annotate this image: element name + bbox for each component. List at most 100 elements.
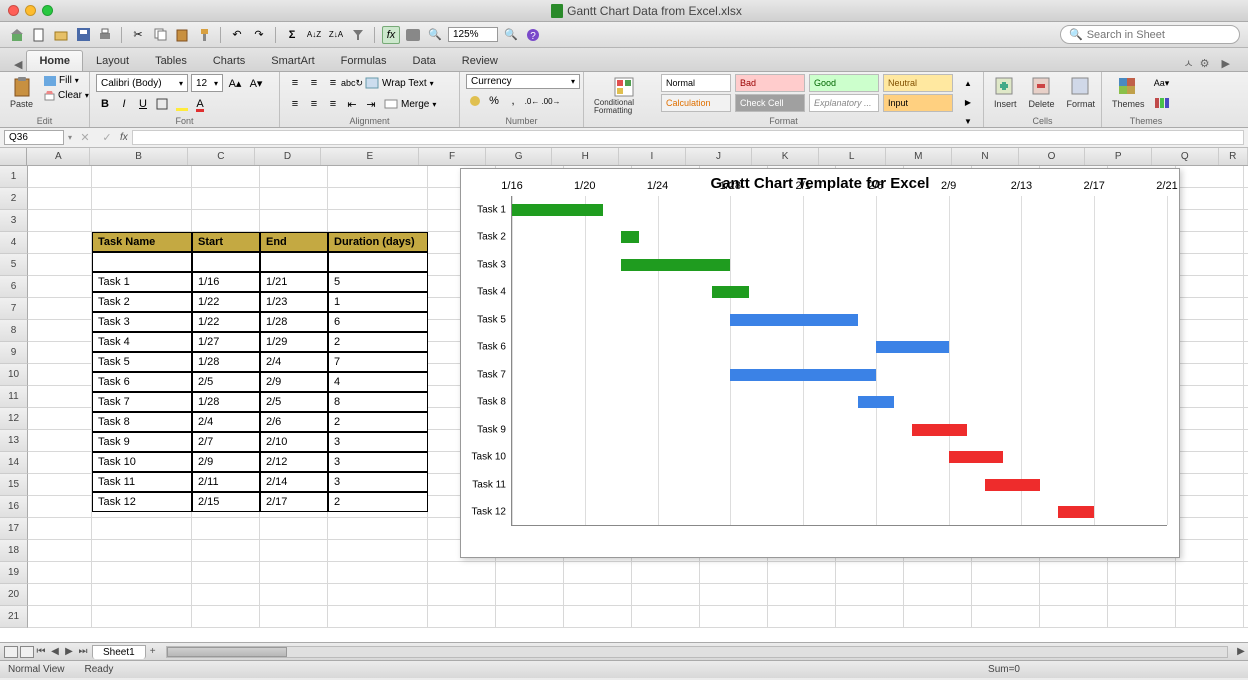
cell-C18[interactable] (192, 540, 260, 562)
bold-button[interactable]: B (96, 95, 114, 113)
table-cell[interactable]: 7 (328, 352, 428, 372)
cell-Q2[interactable] (1176, 188, 1244, 210)
comma-icon[interactable]: , (504, 92, 522, 110)
merge-button[interactable]: Merge▾ (381, 95, 439, 113)
table-cell[interactable]: 2/5 (260, 392, 328, 412)
table-cell[interactable] (92, 252, 192, 272)
cell-P21[interactable] (1108, 606, 1176, 628)
table-cell[interactable]: 2 (328, 492, 428, 512)
accept-formula-icon[interactable]: ✓ (98, 129, 116, 147)
cell-R4[interactable] (1244, 232, 1248, 254)
cell-E17[interactable] (328, 518, 428, 540)
cell-O19[interactable] (1040, 562, 1108, 584)
zoom-out-icon[interactable]: 🔍 (426, 26, 444, 44)
name-box[interactable] (4, 130, 64, 145)
table-cell[interactable]: 2/5 (192, 372, 260, 392)
cell-D19[interactable] (260, 562, 328, 584)
column-header-E[interactable]: E (321, 148, 419, 165)
table-cell[interactable]: 3 (328, 432, 428, 452)
close-window-button[interactable] (8, 5, 19, 16)
decrease-indent-icon[interactable]: ⇤ (343, 95, 361, 113)
table-cell[interactable] (260, 252, 328, 272)
cell-R2[interactable] (1244, 188, 1248, 210)
redo-icon[interactable]: ↷ (250, 26, 268, 44)
table-cell[interactable]: 1/22 (192, 292, 260, 312)
tab-charts[interactable]: Charts (200, 50, 258, 71)
gantt-bar[interactable] (1058, 506, 1094, 518)
cell-P19[interactable] (1108, 562, 1176, 584)
zoom-input[interactable] (448, 27, 498, 42)
insert-cells-button[interactable]: Insert (990, 74, 1021, 111)
ribbon-collapse-right-icon[interactable]: ▶ (1218, 57, 1234, 70)
cell-H20[interactable] (564, 584, 632, 606)
cell-I21[interactable] (632, 606, 700, 628)
column-header-K[interactable]: K (752, 148, 819, 165)
column-header-I[interactable]: I (619, 148, 686, 165)
row-header-13[interactable]: 13 (0, 430, 28, 452)
cell-A10[interactable] (28, 364, 92, 386)
cell-A13[interactable] (28, 430, 92, 452)
cell-B1[interactable] (92, 166, 192, 188)
add-sheet-button[interactable]: + (146, 646, 160, 657)
cell-G20[interactable] (496, 584, 564, 606)
align-right-icon[interactable]: ≡ (324, 95, 342, 113)
table-cell[interactable]: 1/21 (260, 272, 328, 292)
font-color-button[interactable]: A (191, 95, 209, 113)
table-header[interactable]: Start (192, 232, 260, 252)
table-header[interactable]: Duration (days) (328, 232, 428, 252)
table-cell[interactable]: 2/4 (192, 412, 260, 432)
column-header-F[interactable]: F (419, 148, 486, 165)
toggle-toolbox-icon[interactable] (404, 26, 422, 44)
cell-D21[interactable] (260, 606, 328, 628)
decrease-decimal-icon[interactable]: .0← (523, 92, 541, 110)
gantt-chart[interactable]: Gantt Chart Template for Excel 1/161/201… (460, 168, 1180, 558)
cell-E21[interactable] (328, 606, 428, 628)
table-cell[interactable]: Task 3 (92, 312, 192, 332)
column-header-L[interactable]: L (819, 148, 886, 165)
namebox-dropdown-icon[interactable]: ▾ (68, 133, 72, 142)
table-cell[interactable]: 2/14 (260, 472, 328, 492)
undo-icon[interactable]: ↶ (228, 26, 246, 44)
cell-A3[interactable] (28, 210, 92, 232)
cell-Q18[interactable] (1176, 540, 1244, 562)
cell-B17[interactable] (92, 518, 192, 540)
table-cell[interactable] (192, 252, 260, 272)
align-top-icon[interactable]: ≡ (286, 74, 304, 92)
view-page-layout-icon[interactable] (20, 646, 34, 658)
table-cell[interactable]: 8 (328, 392, 428, 412)
style-explanatory[interactable]: Explanatory ... (809, 94, 879, 112)
style-neutral[interactable]: Neutral (883, 74, 953, 92)
style-good[interactable]: Good (809, 74, 879, 92)
cell-R5[interactable] (1244, 254, 1248, 276)
cell-R20[interactable] (1244, 584, 1248, 606)
cell-E2[interactable] (328, 188, 428, 210)
cell-B21[interactable] (92, 606, 192, 628)
cell-A12[interactable] (28, 408, 92, 430)
table-cell[interactable]: 2/7 (192, 432, 260, 452)
shrink-font-icon[interactable]: A▾ (247, 74, 265, 92)
cell-J20[interactable] (700, 584, 768, 606)
cell-N19[interactable] (972, 562, 1040, 584)
row-header-4[interactable]: 4 (0, 232, 28, 254)
sheet-nav-first-icon[interactable]: ⏮ (34, 646, 48, 657)
column-header-B[interactable]: B (90, 148, 188, 165)
style-calculation[interactable]: Calculation (661, 94, 731, 112)
cell-R19[interactable] (1244, 562, 1248, 584)
row-header-1[interactable]: 1 (0, 166, 28, 188)
theme-fonts-icon[interactable]: Aa▾ (1153, 74, 1171, 92)
cell-D18[interactable] (260, 540, 328, 562)
cell-R8[interactable] (1244, 320, 1248, 342)
column-header-H[interactable]: H (552, 148, 619, 165)
cell-A17[interactable] (28, 518, 92, 540)
cell-Q15[interactable] (1176, 474, 1244, 496)
gantt-bar[interactable] (621, 259, 730, 271)
paste-button[interactable]: Paste (6, 74, 37, 111)
gantt-bar[interactable] (730, 369, 876, 381)
cell-Q19[interactable] (1176, 562, 1244, 584)
cell-G19[interactable] (496, 562, 564, 584)
cell-D3[interactable] (260, 210, 328, 232)
style-bad[interactable]: Bad (735, 74, 805, 92)
cell-J19[interactable] (700, 562, 768, 584)
tab-home[interactable]: Home (26, 50, 83, 71)
cell-Q16[interactable] (1176, 496, 1244, 518)
